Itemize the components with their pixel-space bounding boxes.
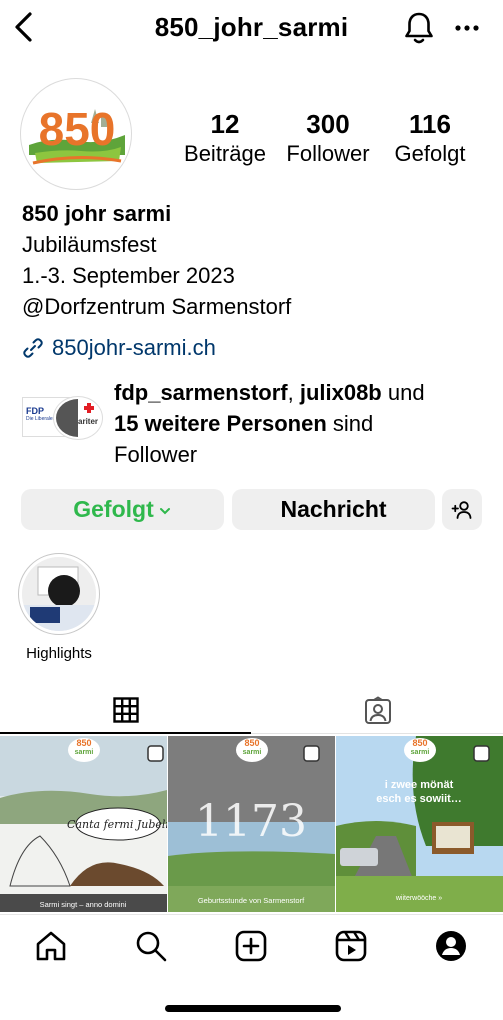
post-image: i zwee mönät esch es sowiit… wiiterwööch… [336,736,503,912]
post-text-line: esch es sowiit… [376,793,462,805]
samariter-photo [56,399,78,437]
post-logo-subtext: sarmi [242,749,262,756]
post-image: Canta fermi Jubeli Sarmi singt – anno do… [0,736,167,912]
grid-icon [112,697,139,723]
samariter-cross [84,403,94,413]
follower-avatar-samariter: ariter [54,397,102,439]
profile-tabs [0,688,503,734]
post-logo-text: 850 [412,738,428,748]
post-caption: Sarmi singt – anno domini [40,900,127,909]
post-image: 1173 Geburtsstunde von Sarmenstorf [168,736,335,912]
profile-icon[interactable] [434,929,468,963]
stat-posts-label: Beiträge [184,141,266,166]
stat-followers-count: 300 [306,109,350,139]
followed-by-user[interactable]: julix08b [300,380,382,405]
suggested-users-button[interactable] [442,489,482,530]
post-logo-text: 850 [244,738,260,748]
create-post-icon[interactable] [234,929,268,963]
search-icon[interactable] [134,929,168,963]
post-text-line: i zwee mönät [385,779,454,791]
bell-icon[interactable] [402,10,436,46]
story-highlight[interactable]: Highlights [18,553,100,662]
post-logo: 850 sarmi [68,738,100,762]
tagged-icon [364,696,391,724]
stat-posts-count: 12 [210,109,240,139]
post-thumbnail[interactable]: Canta fermi Jubeli Sarmi singt – anno do… [0,736,167,912]
stat-followers[interactable]: 300 Follower [278,108,378,168]
following-button-label: Gefolgt [73,496,154,522]
link-icon [23,338,43,358]
profile-avatar[interactable]: 850 [20,78,132,190]
stat-followers-label: Follower [286,141,370,166]
post-caption: wiiterwööche » [395,895,442,902]
reels-icon[interactable] [334,929,368,963]
post-logo-text: 850 [76,738,92,748]
highlight-cover-image [22,557,96,631]
followed-by-user[interactable]: fdp_sarmenstorf [114,380,288,405]
post-logo-subtext: sarmi [410,749,430,756]
tab-posts-grid[interactable] [0,688,251,734]
profile-bio: 850 johr sarmi Jubiläumsfest 1.-3. Septe… [22,198,291,322]
post-thumbnail[interactable]: i zwee mönät esch es sowiit… wiiterwööch… [336,736,503,912]
post-speech-bubble-text: Canta fermi Jubeli [67,818,167,831]
profile-display-name: 850 johr sarmi [22,201,172,226]
carousel-icon [473,745,490,762]
post-big-number: 1173 [195,796,307,847]
message-button-label: Nachricht [280,496,387,522]
highlight-cover [22,557,96,631]
bio-line: 1.-3. September 2023 [22,263,235,288]
profile-link[interactable]: 850johr-sarmi.ch [22,335,216,361]
followed-by-others[interactable]: 15 weitere Personen [114,411,327,436]
followed-by[interactable]: FDP Die Liberalen ariter fdp_sarmenstorf… [22,377,502,467]
followed-by-text: fdp_sarmenstorf, julix08b und 15 weitere … [114,380,425,467]
post-logo: 850 sarmi [404,738,436,762]
stat-following[interactable]: 116 Gefolgt [380,108,480,168]
more-options-icon[interactable] [454,20,480,36]
stat-following-count: 116 [409,109,451,139]
top-bar: 850_johr_sarmi [0,0,503,58]
highlight-label: Highlights [26,645,92,662]
post-thumbnail[interactable]: 1173 Geburtsstunde von Sarmenstorf 850 s… [168,736,335,912]
profile-link-text: 850johr-sarmi.ch [52,335,216,360]
post-logo-subtext: sarmi [74,749,94,756]
chevron-down-icon [159,507,170,514]
post-logo: 850 sarmi [236,738,268,762]
logo-850-image: 850 [29,103,125,165]
bio-line[interactable]: @Dorfzentrum Sarmenstorf [22,291,291,322]
add-person-icon [451,500,472,519]
post-caption: Geburtsstunde von Sarmenstorf [198,896,305,905]
carousel-icon [147,745,164,762]
samariter-logo-text: ariter [78,417,99,426]
message-button[interactable]: Nachricht [232,489,435,530]
home-indicator [165,1005,341,1012]
home-icon[interactable] [34,929,68,963]
followed-by-avatars: FDP Die Liberalen ariter [22,397,106,439]
tab-tagged[interactable] [252,688,503,734]
carousel-icon [303,745,320,762]
logo-850-text: 850 [39,103,116,155]
stat-following-label: Gefolgt [394,141,466,166]
stat-posts[interactable]: 12 Beiträge [175,108,275,168]
highlight-ring [18,553,100,635]
following-button[interactable]: Gefolgt [21,489,224,530]
bio-line: Jubiläumsfest [22,232,157,257]
bottom-navigation [0,914,503,1020]
posts-grid: Canta fermi Jubeli Sarmi singt – anno do… [0,736,503,914]
